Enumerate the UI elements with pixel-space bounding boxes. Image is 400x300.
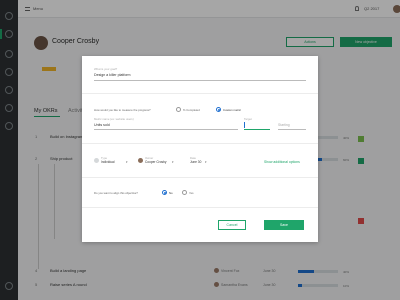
radio-align-yes-label[interactable]: Yes <box>189 191 194 195</box>
metric-hint: Metric name (ex: website users) <box>94 117 134 121</box>
divider <box>82 143 318 144</box>
align-question: Do you want to align this objective? <box>94 191 138 195</box>
goal-input[interactable]: Design a killer platform <box>94 73 131 77</box>
cancel-button[interactable]: Cancel <box>218 220 246 230</box>
new-objective-modal: What is your goal? Design a killer platf… <box>82 56 318 242</box>
divider <box>82 177 318 178</box>
target-hint: Target <box>244 117 252 121</box>
divider <box>82 93 318 94</box>
person-icon <box>94 158 99 163</box>
metric-underline <box>94 129 238 130</box>
chevron-down-icon[interactable]: ▾ <box>126 160 128 164</box>
goal-underline <box>94 80 306 81</box>
radio-custom-metric[interactable] <box>216 107 221 112</box>
radio-align-yes[interactable] <box>182 190 187 195</box>
show-additional-options-link[interactable]: Show additional options <box>264 160 300 164</box>
divider <box>82 207 318 208</box>
radio-completed-label[interactable]: % Completed <box>183 108 200 112</box>
radio-completed[interactable] <box>176 107 181 112</box>
owner-select[interactable]: Cooper Crosby <box>145 160 166 164</box>
owner-avatar <box>138 158 143 163</box>
text-cursor <box>244 122 245 128</box>
target-underline <box>244 129 270 130</box>
radio-custom-metric-label[interactable]: Custom metric <box>223 108 241 112</box>
save-button[interactable]: Save <box>264 220 304 230</box>
chevron-down-icon[interactable]: ▾ <box>205 160 207 164</box>
radio-align-no[interactable] <box>162 190 167 195</box>
radio-align-no-label[interactable]: No <box>169 191 173 195</box>
starting-underline <box>278 129 306 130</box>
starting-input[interactable]: Starting <box>278 123 290 127</box>
type-select[interactable]: Individual <box>101 160 114 164</box>
metric-name-input[interactable]: Units sold <box>94 123 110 127</box>
goal-hint: What is your goal? <box>94 67 118 71</box>
measure-question: How would you like to measure the progre… <box>94 108 151 112</box>
chevron-down-icon[interactable]: ▾ <box>172 160 174 164</box>
date-select[interactable]: June 30 <box>190 160 201 164</box>
